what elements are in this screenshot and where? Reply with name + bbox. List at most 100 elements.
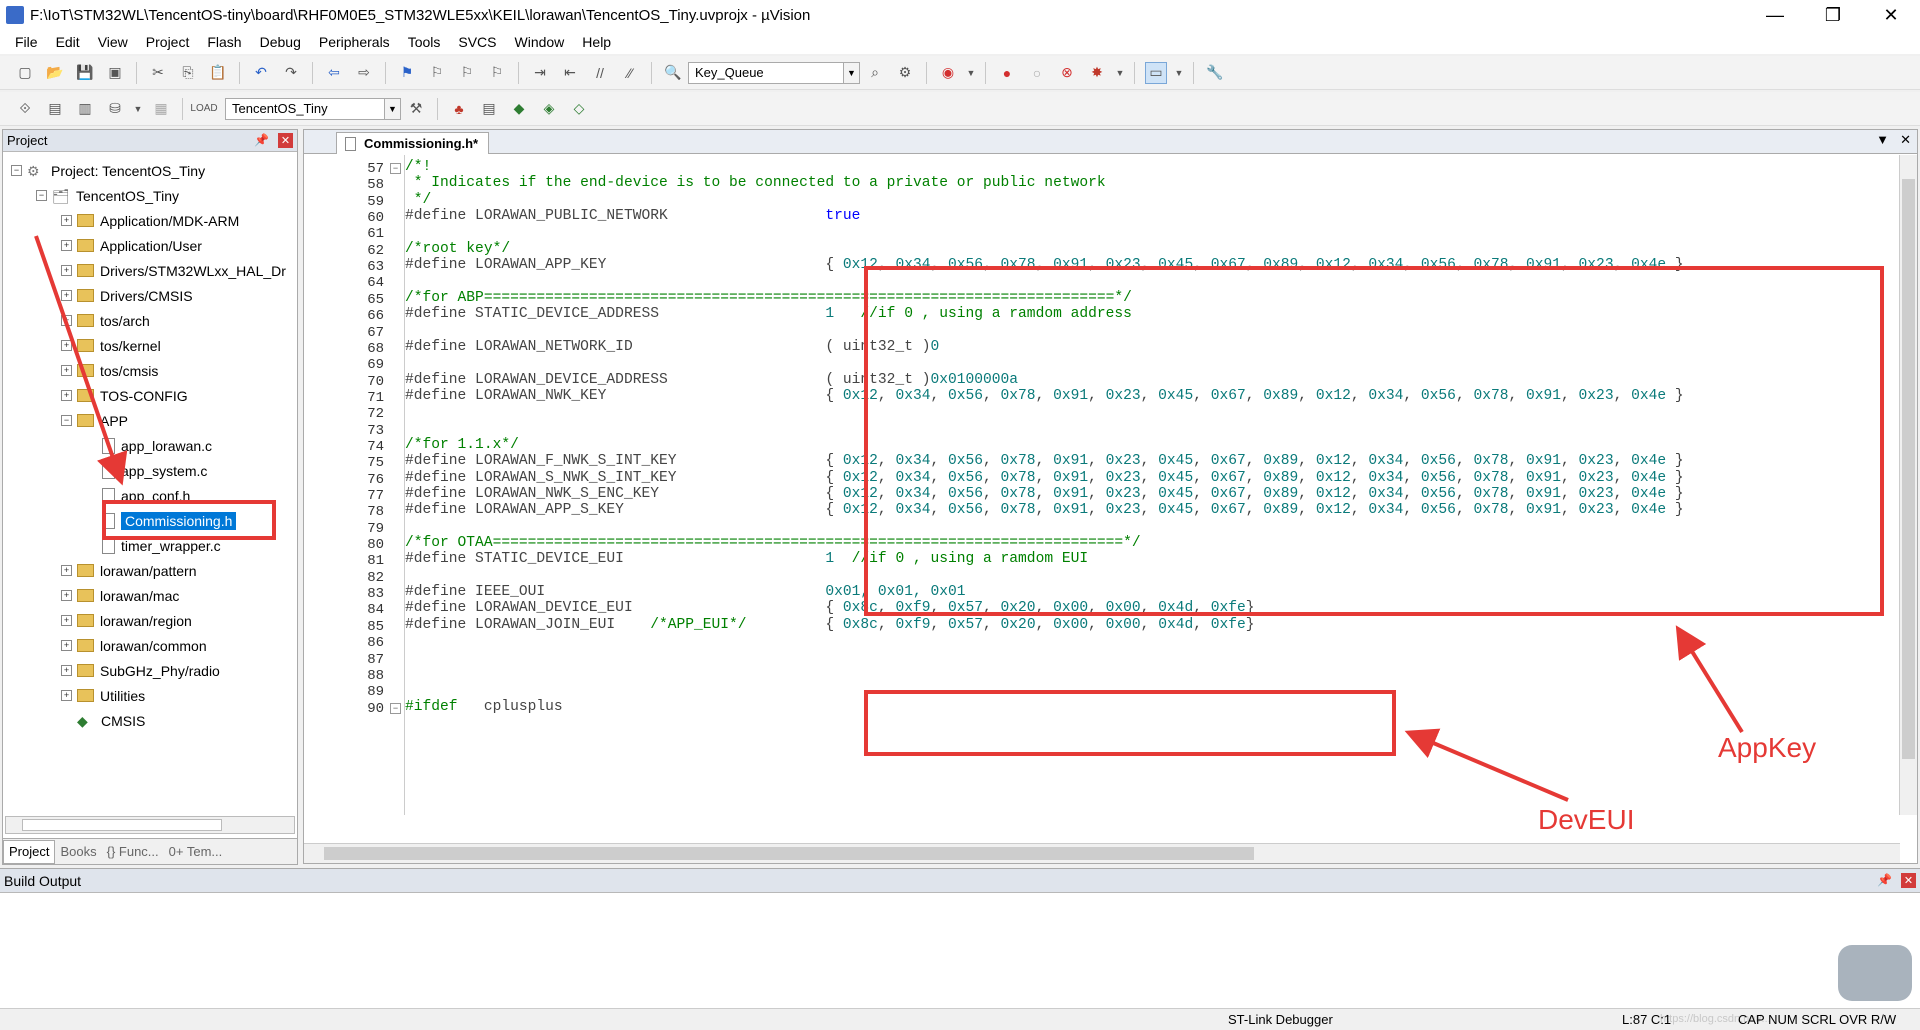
menu-debug[interactable]: Debug (251, 34, 310, 50)
translate-icon[interactable]: ⟐ (14, 98, 36, 120)
build-icon[interactable]: ▤ (44, 98, 66, 120)
manage-rte-icon[interactable]: ◆ (508, 98, 530, 120)
menu-svcs[interactable]: SVCS (449, 34, 505, 50)
expand-icon[interactable]: + (61, 265, 72, 276)
pin-icon[interactable]: 📌 (1877, 873, 1892, 887)
expand-icon[interactable]: + (61, 290, 72, 301)
tree-item[interactable]: + Drivers/CMSIS (3, 283, 297, 308)
fold-icon[interactable]: − (390, 163, 401, 174)
collapse-icon[interactable]: − (36, 190, 47, 201)
tree-item[interactable]: + lorawan/common (3, 633, 297, 658)
bookmark-icon[interactable]: ⚑ (396, 62, 418, 84)
expand-icon[interactable]: + (61, 565, 72, 576)
scrollbar-thumb[interactable] (1902, 179, 1915, 759)
chevron-down-icon[interactable]: ▼ (1175, 62, 1184, 84)
configure-wrench-icon[interactable]: 🔧 (1204, 62, 1226, 84)
enable-breakpoint-icon[interactable]: ○ (1026, 62, 1048, 84)
chevron-down-icon[interactable]: ▼ (967, 62, 976, 84)
expand-icon[interactable]: + (61, 640, 72, 651)
expand-icon[interactable]: + (61, 390, 72, 401)
find-in-files-icon[interactable]: 🔍 (662, 62, 684, 84)
kill-breakpoints-icon[interactable]: ✸ (1086, 62, 1108, 84)
restore-button[interactable]: ❐ (1804, 0, 1862, 30)
menu-flash[interactable]: Flash (198, 34, 250, 50)
save-all-icon[interactable]: ▣ (104, 62, 126, 84)
tree-item[interactable]: − 🗂 TencentOS_Tiny (3, 183, 297, 208)
vertical-scrollbar[interactable] (1899, 155, 1917, 815)
fold-icon[interactable]: − (390, 702, 401, 714)
save-icon[interactable]: 💾 (74, 62, 96, 84)
tree-item[interactable]: − ⚙ Project: TencentOS_Tiny (3, 158, 297, 183)
horizontal-scrollbar[interactable] (304, 843, 1900, 863)
nav-forward-icon[interactable]: ⇨ (353, 62, 375, 84)
disable-breakpoints-icon[interactable]: ⊗ (1056, 62, 1078, 84)
close-icon[interactable]: ✕ (1901, 873, 1916, 888)
incremental-find-icon[interactable]: ⌕ (864, 62, 886, 84)
select-packs-icon[interactable]: ▤ (478, 98, 500, 120)
close-tab-icon[interactable]: ✕ (1900, 132, 1911, 148)
chevron-down-icon[interactable]: ▼ (134, 98, 143, 120)
minimize-button[interactable]: — (1746, 0, 1804, 30)
menu-window[interactable]: Window (506, 34, 574, 50)
paste-icon[interactable]: 📋 (207, 62, 229, 84)
tree-item[interactable]: + lorawan/mac (3, 583, 297, 608)
expand-icon[interactable]: + (61, 340, 72, 351)
collapse-icon[interactable]: − (61, 415, 72, 426)
tree-item[interactable]: + tos/arch (3, 308, 297, 333)
menu-project[interactable]: Project (137, 34, 199, 50)
tree-item[interactable]: + tos/kernel (3, 333, 297, 358)
insert-breakpoint-icon[interactable]: ● (996, 62, 1018, 84)
tree-item[interactable]: + lorawan/region (3, 608, 297, 633)
tree-item[interactable]: + Application/MDK-ARM (3, 208, 297, 233)
chevron-down-icon[interactable]: ▼ (384, 98, 400, 119)
scrollbar-thumb[interactable] (324, 847, 1254, 860)
expand-icon[interactable]: + (61, 240, 72, 251)
panel-tab-1[interactable]: Books (55, 844, 101, 859)
indent-icon[interactable]: ⇥ (529, 62, 551, 84)
scrollbar-thumb[interactable] (22, 819, 222, 831)
menu-tools[interactable]: Tools (399, 34, 450, 50)
file-tab-commissioning[interactable]: Commissioning.h* (336, 132, 490, 154)
panel-tab-2[interactable]: {} Func... (102, 844, 164, 859)
undo-icon[interactable]: ↶ (250, 62, 272, 84)
menu-peripherals[interactable]: Peripherals (310, 34, 399, 50)
clear-bookmarks-icon[interactable]: ⚐ (486, 62, 508, 84)
horizontal-scrollbar[interactable] (5, 816, 295, 834)
tree-item[interactable]: app_system.c (3, 458, 297, 483)
tree-item[interactable]: app_lorawan.c (3, 433, 297, 458)
menu-view[interactable]: View (89, 34, 137, 50)
rebuild-icon[interactable]: ▥ (74, 98, 96, 120)
tree-item[interactable]: + tos/cmsis (3, 358, 297, 383)
collapse-icon[interactable]: − (11, 165, 22, 176)
cut-icon[interactable]: ✂ (147, 62, 169, 84)
pin-icon[interactable]: 📌 (254, 133, 269, 147)
start-debug-icon[interactable]: ◉ (937, 62, 959, 84)
unindent-icon[interactable]: ⇤ (559, 62, 581, 84)
chevron-down-icon[interactable]: ▼ (1116, 62, 1125, 84)
tree-item[interactable]: ◆ CMSIS (3, 708, 297, 733)
menu-help[interactable]: Help (573, 34, 620, 50)
tree-item[interactable]: + Utilities (3, 683, 297, 708)
comment-icon[interactable]: // (589, 62, 611, 84)
menu-file[interactable]: File (6, 34, 47, 50)
expand-icon[interactable]: + (61, 315, 72, 326)
browse-icon[interactable]: ⚙ (894, 62, 916, 84)
prev-bookmark-icon[interactable]: ⚐ (426, 62, 448, 84)
download-load-icon[interactable]: LOAD (190, 98, 217, 120)
batch-build-icon[interactable]: ⛁ (104, 98, 126, 120)
menu-edit[interactable]: Edit (47, 34, 89, 50)
pack-installer-icon[interactable]: ◈ (538, 98, 560, 120)
expand-icon[interactable]: + (61, 690, 72, 701)
tab-list-icon[interactable]: ▼ (1876, 132, 1889, 147)
tree-item[interactable]: + Application/User (3, 233, 297, 258)
new-file-icon[interactable]: ▢ (14, 62, 36, 84)
tree-item[interactable]: + SubGHz_Phy/radio (3, 658, 297, 683)
target-combo[interactable]: TencentOS_Tiny ▼ (225, 97, 401, 120)
close-icon[interactable]: ✕ (278, 133, 293, 148)
stop-build-icon[interactable]: ▦ (150, 98, 172, 120)
uncomment-icon[interactable]: ⁄⁄ (619, 62, 641, 84)
open-folder-icon[interactable]: 📂 (44, 62, 66, 84)
device-database-icon[interactable]: ◇ (568, 98, 590, 120)
find-combo[interactable]: Key_Queue ▼ (688, 61, 860, 84)
expand-icon[interactable]: + (61, 590, 72, 601)
